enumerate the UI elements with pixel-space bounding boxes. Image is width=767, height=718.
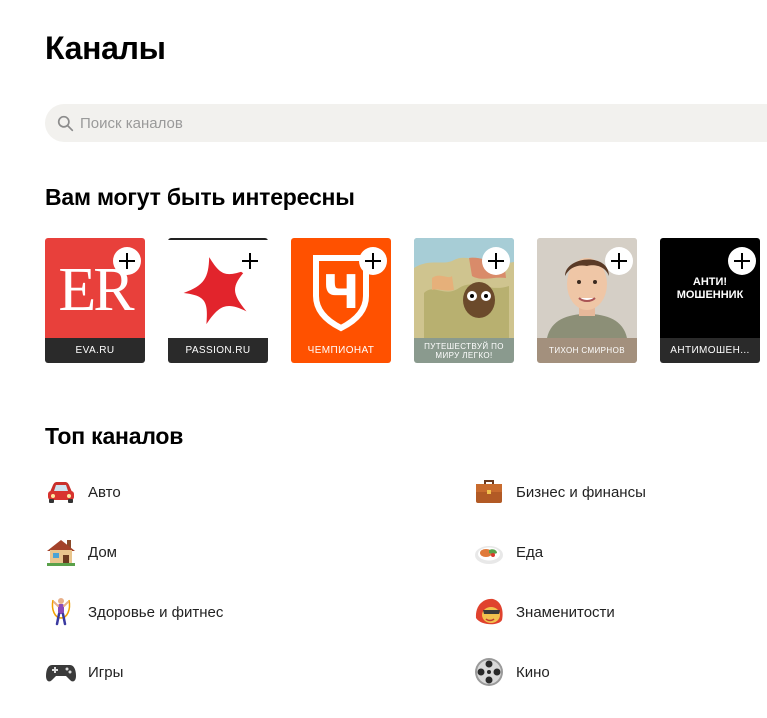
category-business[interactable]: Бизнес и финансы xyxy=(473,474,646,510)
subscribe-plus-button[interactable] xyxy=(113,247,141,275)
category-label: Еда xyxy=(516,543,544,561)
jump-rope-icon xyxy=(45,596,77,628)
celebrity-icon xyxy=(473,596,505,628)
gamepad-icon xyxy=(45,656,77,688)
house-icon xyxy=(45,536,77,568)
channel-label: ПУТЕШЕСТВУЙ ПО МИРУ ЛЕГКО! xyxy=(414,338,514,363)
channel-label: PASSION.RU xyxy=(168,338,268,363)
plus-icon xyxy=(611,253,627,269)
category-celebrities[interactable]: Знаменитости xyxy=(473,594,615,630)
antimoshennik-logo-text: АНТИ! МОШЕННИК xyxy=(676,276,744,301)
channel-card-travel[interactable]: ПУТЕШЕСТВУЙ ПО МИРУ ЛЕГКО! xyxy=(414,238,514,363)
recommended-channels: ER EVA.RU PASSION.RU Ч ЧЕМПИОНАТ ПУТЕШЕС… xyxy=(45,238,760,363)
channel-card-antimoshennik[interactable]: АНТИ! МОШЕННИК АНТИМОШЕН... xyxy=(660,238,760,363)
category-health[interactable]: Здоровье и фитнес xyxy=(45,594,223,630)
film-reel-icon xyxy=(473,656,505,688)
subscribe-plus-button[interactable] xyxy=(359,247,387,275)
category-label: Игры xyxy=(88,663,124,681)
category-label: Дом xyxy=(88,543,117,561)
subscribe-plus-button[interactable] xyxy=(482,247,510,275)
channel-card-tikhon[interactable]: ТИХОН СМИРНОВ xyxy=(537,238,637,363)
category-games[interactable]: Игры xyxy=(45,654,123,690)
food-plate-icon xyxy=(473,536,505,568)
top-channels-title: Топ каналов xyxy=(45,423,184,449)
plus-icon xyxy=(242,253,258,269)
category-label: Авто xyxy=(88,483,121,501)
search-bar[interactable] xyxy=(45,104,767,142)
channel-card-championat[interactable]: Ч ЧЕМПИОНАТ xyxy=(291,238,391,363)
channel-label: ТИХОН СМИРНОВ xyxy=(537,338,637,363)
recommended-title: Вам могут быть интересны xyxy=(45,184,355,210)
category-cinema[interactable]: Кино xyxy=(473,654,550,690)
category-label: Кино xyxy=(516,663,550,681)
channel-label: ЧЕМПИОНАТ xyxy=(291,338,391,363)
plus-icon xyxy=(119,253,135,269)
channel-card-passion[interactable]: PASSION.RU xyxy=(168,238,268,363)
category-home[interactable]: Дом xyxy=(45,534,117,570)
search-icon xyxy=(57,115,74,131)
subscribe-plus-button[interactable] xyxy=(236,247,264,275)
channel-label: АНТИМОШЕН... xyxy=(660,338,760,363)
page-title: Каналы xyxy=(45,30,166,66)
car-icon xyxy=(45,476,77,508)
briefcase-icon xyxy=(473,476,505,508)
category-label: Знаменитости xyxy=(516,603,615,621)
plus-icon xyxy=(365,253,381,269)
channel-card-eva[interactable]: ER EVA.RU xyxy=(45,238,145,363)
category-label: Бизнес и финансы xyxy=(516,483,646,501)
category-label: Здоровье и фитнес xyxy=(88,603,224,621)
subscribe-plus-button[interactable] xyxy=(605,247,633,275)
plus-icon xyxy=(488,253,504,269)
channel-label: EVA.RU xyxy=(45,338,145,363)
subscribe-plus-button[interactable] xyxy=(728,247,756,275)
search-input[interactable] xyxy=(80,114,680,132)
championat-logo-text: Ч xyxy=(322,265,359,319)
category-auto[interactable]: Авто xyxy=(45,474,121,510)
plus-icon xyxy=(734,253,750,269)
category-food[interactable]: Еда xyxy=(473,534,543,570)
